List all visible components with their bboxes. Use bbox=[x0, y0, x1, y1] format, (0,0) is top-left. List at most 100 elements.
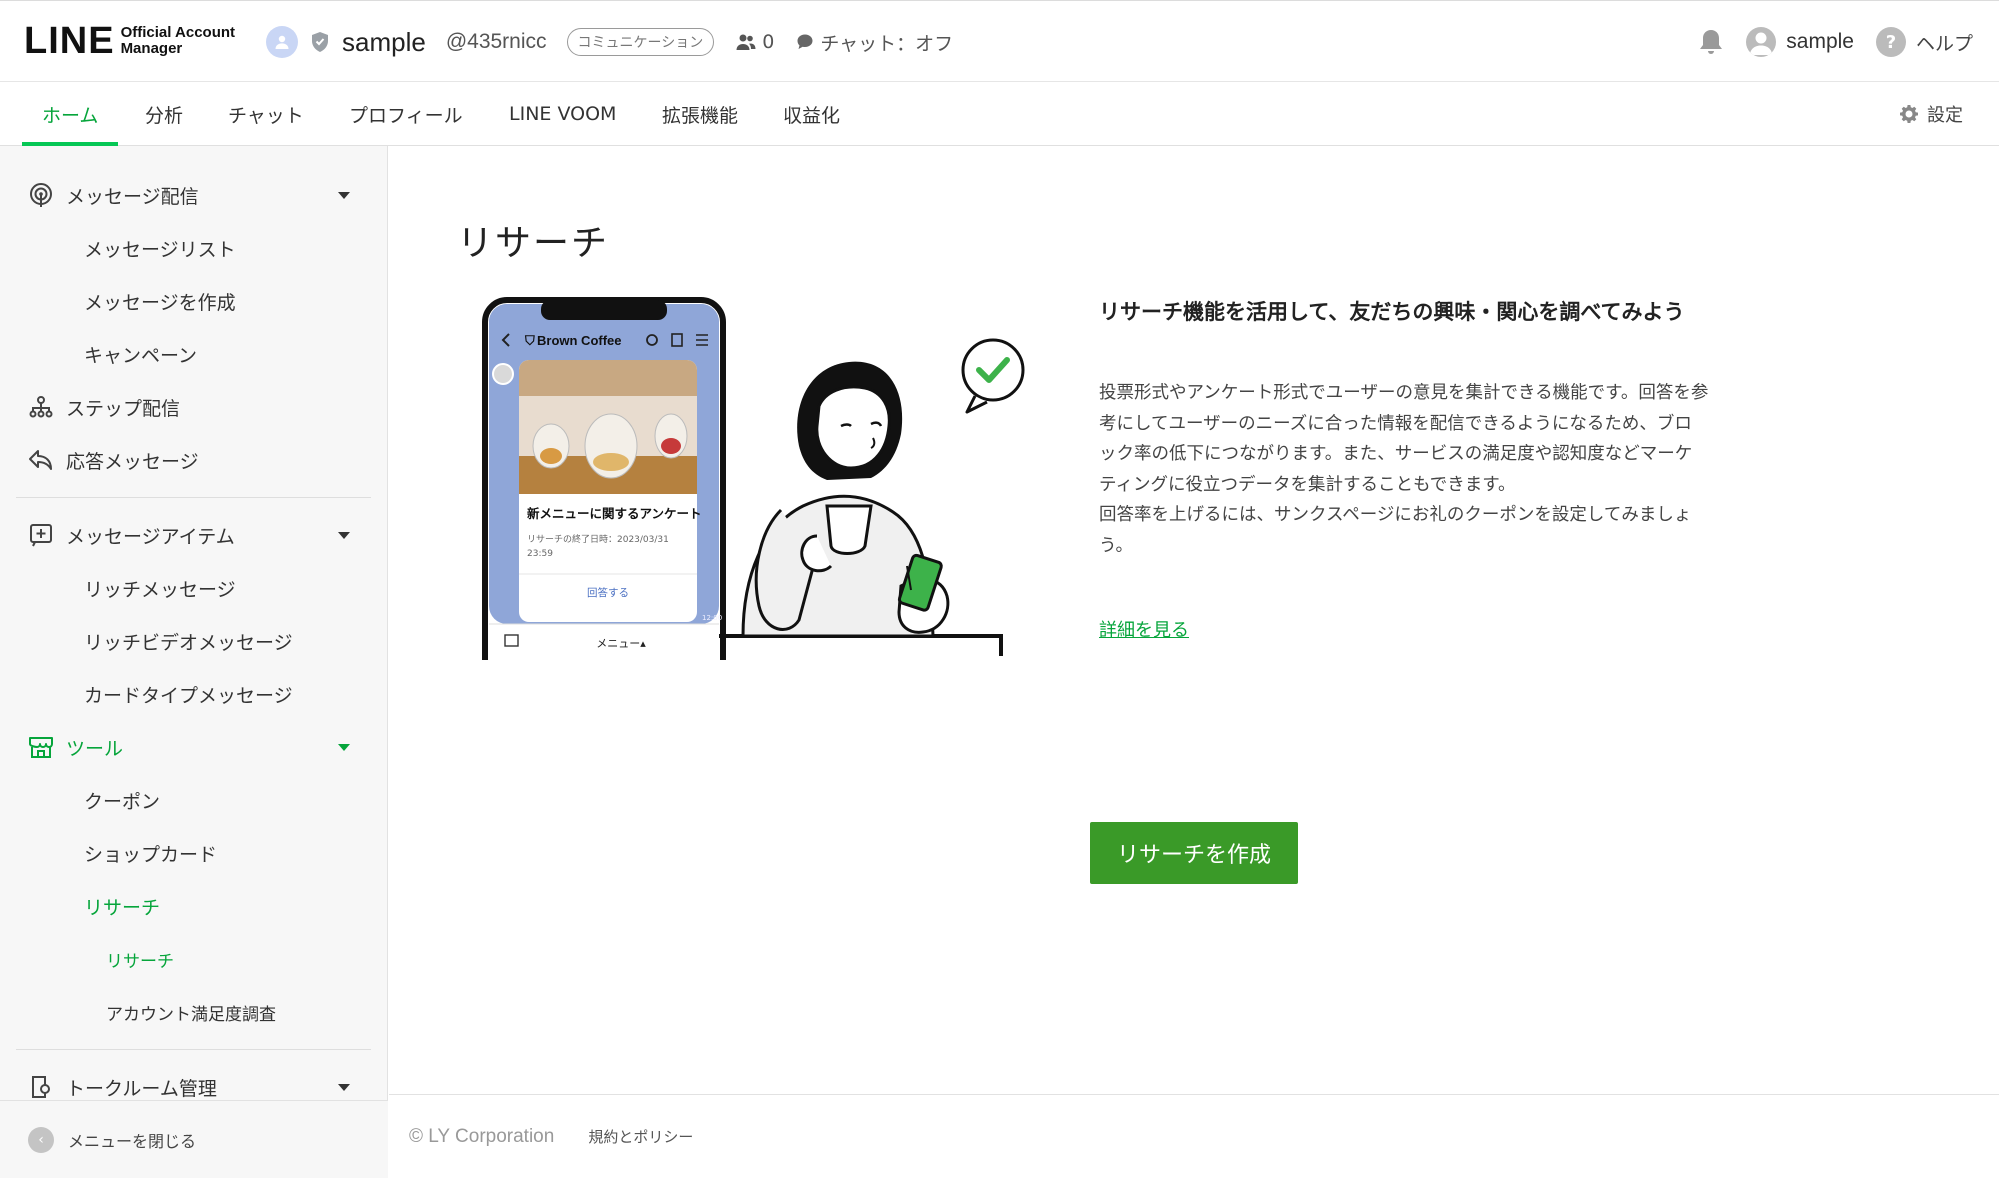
sidebar: メッセージ配信 メッセージリスト メッセージを作成 キャンペーン ステップ配信 … bbox=[0, 146, 388, 1178]
sidebar-item-label: クーポン bbox=[84, 790, 161, 813]
step-icon bbox=[28, 394, 54, 420]
learn-more-link[interactable]: 詳細を見る bbox=[1099, 616, 1189, 642]
shop-icon bbox=[28, 734, 54, 760]
chevron-down-icon bbox=[338, 1083, 350, 1091]
settings-label: 設定 bbox=[1927, 105, 1963, 126]
sidebar-divider bbox=[16, 497, 371, 498]
notification-bell-icon[interactable] bbox=[1698, 28, 1724, 56]
chat-status[interactable]: チャット：オフ bbox=[796, 29, 953, 56]
tab-line-voom[interactable]: LINE VOOM bbox=[509, 82, 616, 146]
intro-heading: リサーチ機能を活用して、友だちの興味・関心を調べてみよう bbox=[1099, 300, 1685, 324]
account-id: @435rnicc bbox=[445, 30, 547, 53]
sidebar-item-rich-message[interactable]: リッチメッセージ bbox=[0, 563, 388, 613]
bot-avatar bbox=[492, 363, 514, 385]
sidebar-item-label: メッセージリスト bbox=[84, 238, 236, 261]
account-name: sample bbox=[342, 26, 426, 57]
account-switcher[interactable]: sample @435rnicc コミュニケーション 0 チャット：オフ bbox=[266, 23, 953, 61]
sidebar-item-label: ショップカード bbox=[84, 843, 218, 866]
svg-text:23:59: 23:59 bbox=[527, 549, 553, 559]
sidebar-item-research[interactable]: リサーチ bbox=[0, 881, 388, 931]
help-label: ヘルプ bbox=[1915, 32, 1973, 55]
sidebar-item-message-items[interactable]: メッセージアイテム bbox=[0, 510, 388, 560]
sidebar-item-coupon[interactable]: クーポン bbox=[0, 775, 388, 825]
message-time: 12:00 bbox=[702, 614, 722, 622]
sidebar-item-message-broadcast[interactable]: メッセージ配信 bbox=[0, 170, 388, 220]
sidebar-item-label: リサーチ bbox=[106, 951, 174, 972]
terms-policy-link[interactable]: 規約とポリシー bbox=[588, 1126, 693, 1147]
card-title: 新メニューに関するアンケート bbox=[527, 506, 702, 521]
sidebar-subitem-satisfaction-survey[interactable]: アカウント満足度調査 bbox=[0, 987, 388, 1037]
logo-sub-line2: Manager bbox=[120, 40, 183, 57]
create-research-button[interactable]: リサーチを作成 bbox=[1090, 822, 1298, 884]
user-name: sample bbox=[1786, 30, 1854, 53]
sidebar-item-label: 応答メッセージ bbox=[66, 450, 199, 473]
verified-shield-icon bbox=[312, 32, 328, 52]
sidebar-item-step-broadcast[interactable]: ステップ配信 bbox=[0, 382, 388, 432]
sidebar-item-label: ステップ配信 bbox=[66, 397, 181, 420]
tab-chat[interactable]: チャット bbox=[228, 82, 304, 146]
sidebar-item-campaign[interactable]: キャンペーン bbox=[0, 329, 388, 379]
tab-extensions[interactable]: 拡張機能 bbox=[662, 82, 738, 146]
reply-icon bbox=[28, 447, 54, 473]
account-category-badge: コミュニケーション bbox=[566, 28, 715, 56]
check-bubble-icon bbox=[961, 338, 1025, 402]
sidebar-item-label: リサーチ bbox=[84, 896, 161, 919]
sidebar-item-label: カードタイプメッセージ bbox=[84, 684, 293, 707]
sidebar-item-label: キャンペーン bbox=[84, 344, 198, 367]
card-answer-button: 回答する bbox=[587, 586, 629, 599]
gear-icon bbox=[1900, 105, 1918, 123]
coffee-cup bbox=[825, 504, 873, 555]
avatar-person-icon bbox=[275, 35, 289, 49]
sidebar-subitem-research[interactable]: リサーチ bbox=[0, 934, 388, 984]
close-menu-button[interactable]: ‹ メニューを閉じる bbox=[0, 1100, 388, 1178]
intro-paragraph-2: 回答率を上げるには、サンクスページにお礼のクーポンを設定してみましょう。 bbox=[1099, 505, 1692, 556]
intro-paragraph-1: 投票形式やアンケート形式でユーザーの意見を集計できる機能です。回答を参考にしてユ… bbox=[1099, 383, 1709, 495]
card-deadline: リサーチの終了日時：2023/03/31 bbox=[527, 533, 669, 545]
sidebar-item-auto-reply[interactable]: 応答メッセージ bbox=[0, 435, 388, 485]
line-oam-logo[interactable]: LINE Official Account Manager bbox=[24, 19, 236, 62]
chat-bubble-icon bbox=[797, 34, 813, 49]
sidebar-item-label: ツール bbox=[66, 737, 124, 760]
chevron-down-icon bbox=[338, 743, 350, 751]
account-avatar bbox=[266, 26, 298, 58]
sidebar-item-message-list[interactable]: メッセージリスト bbox=[0, 223, 388, 273]
sidebar-divider bbox=[16, 1049, 371, 1050]
chevron-down-icon bbox=[338, 191, 350, 199]
add-item-icon bbox=[28, 522, 54, 548]
chevron-down-icon bbox=[338, 531, 350, 539]
help-icon: ? bbox=[1875, 27, 1906, 57]
tab-home[interactable]: ホーム bbox=[21, 82, 120, 146]
tab-analytics[interactable]: 分析 bbox=[145, 82, 183, 146]
broadcast-icon bbox=[28, 182, 54, 208]
research-illustration: ⛉ Brown Coffee 新メニューに関するアンケート リサーチの終了日時：… bbox=[481, 297, 1061, 756]
sidebar-item-label: リッチビデオメッセージ bbox=[84, 631, 293, 654]
chevron-left-icon: ‹ bbox=[28, 1126, 54, 1153]
tab-monetization[interactable]: 収益化 bbox=[783, 82, 840, 146]
close-menu-label: メニューを閉じる bbox=[68, 1131, 197, 1151]
friends-count[interactable]: 0 bbox=[736, 31, 774, 53]
chat-menu-label: メニュー▴ bbox=[596, 637, 646, 650]
sidebar-item-tools[interactable]: ツール bbox=[0, 722, 388, 772]
logo-wordmark: LINE bbox=[24, 19, 115, 62]
sidebar-item-rich-video-message[interactable]: リッチビデオメッセージ bbox=[0, 616, 388, 666]
friends-count-value: 0 bbox=[762, 31, 775, 53]
top-header: LINE Official Account Manager sample @43… bbox=[0, 0, 1999, 82]
sidebar-item-label: メッセージ配信 bbox=[66, 185, 199, 208]
sidebar-item-shop-card[interactable]: ショップカード bbox=[0, 828, 388, 878]
chat-room-icon bbox=[28, 1074, 54, 1100]
sidebar-item-label: メッセージを作成 bbox=[84, 291, 236, 314]
page-title: リサーチ bbox=[457, 223, 610, 264]
sidebar-item-label: トークルーム管理 bbox=[66, 1077, 217, 1100]
sidebar-item-create-message[interactable]: メッセージを作成 bbox=[0, 276, 388, 326]
help-link[interactable]: ? ヘルプ bbox=[1875, 27, 1973, 57]
logo-sub-line1: Official Account bbox=[120, 24, 236, 41]
sidebar-item-card-message[interactable]: カードタイプメッセージ bbox=[0, 669, 388, 719]
settings-link[interactable]: 設定 bbox=[1899, 82, 1963, 146]
phone-notch bbox=[541, 300, 667, 320]
chat-status-label: チャット：オフ bbox=[820, 32, 954, 55]
header-right-actions: sample ? ヘルプ bbox=[1698, 23, 1973, 61]
svg-text:⛉: ⛉ bbox=[524, 334, 535, 349]
main-content: リサーチ ⛉ Brown Coffee 新メニューに関するアンケート リサーチの… bbox=[389, 146, 1999, 1094]
tab-profile[interactable]: プロフィール bbox=[349, 82, 463, 146]
user-menu[interactable]: sample bbox=[1746, 27, 1854, 57]
